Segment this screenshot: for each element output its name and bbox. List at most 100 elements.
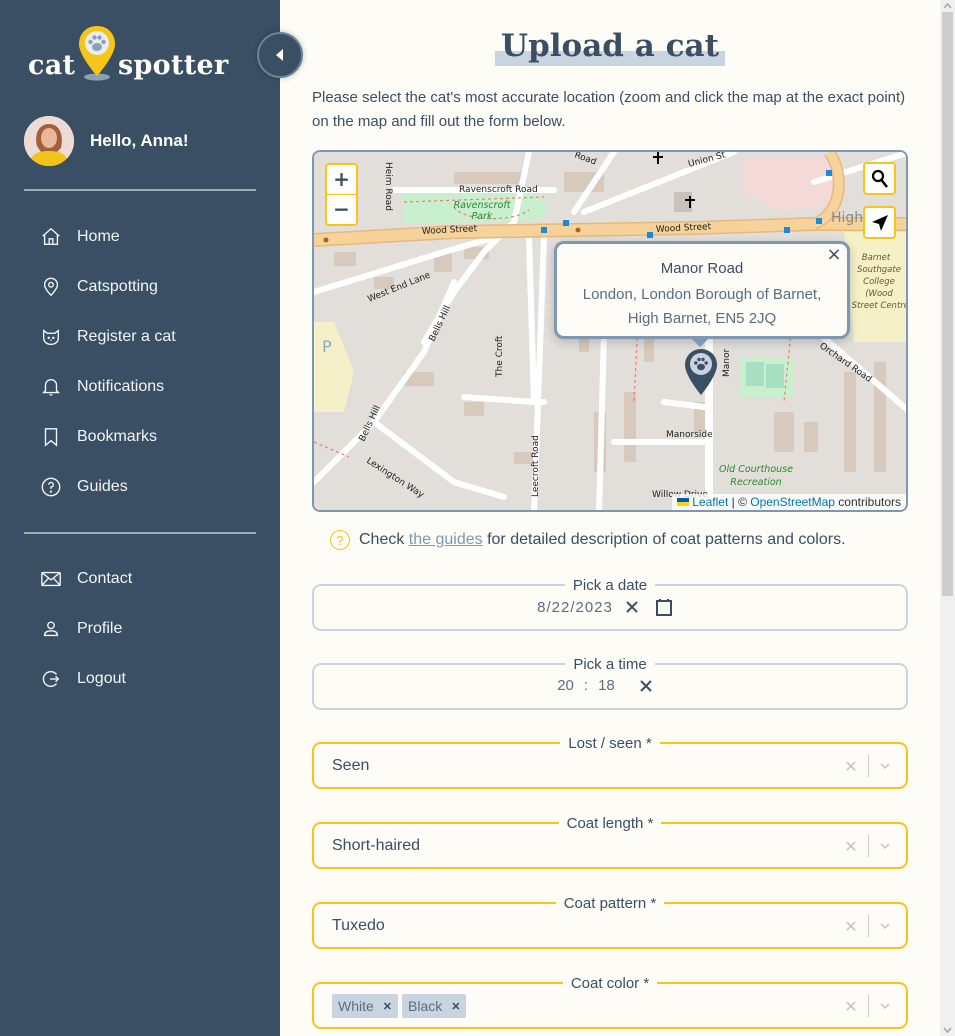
location-map[interactable]: Ravenscroft Road Wood Street Wood Street… <box>312 150 908 512</box>
scroll-up-arrow-icon[interactable] <box>940 0 955 12</box>
date-label: Pick a date <box>564 577 656 594</box>
time-hours-input[interactable]: 20 <box>557 677 574 694</box>
clear-icon[interactable]: ✕ <box>843 917 859 936</box>
sidebar-item-register-a-cat[interactable]: Register a cat <box>0 312 280 362</box>
map-pin-icon <box>40 276 62 298</box>
map-label: Southgate <box>857 265 901 275</box>
logo[interactable]: cat spotter <box>28 24 238 86</box>
lost-seen-label: Lost / seen * <box>560 735 660 752</box>
remove-chip-icon[interactable]: ✕ <box>451 1000 460 1013</box>
coat-pattern-value: Tuxedo <box>332 917 385 934</box>
date-field[interactable]: Pick a date 8/22/2023 <box>312 577 908 631</box>
bookmark-icon <box>40 426 62 448</box>
time-label: Pick a time <box>565 656 655 673</box>
chevron-down-icon[interactable] <box>878 918 894 934</box>
map-label: Manor <box>722 349 732 377</box>
sidebar-item-contact[interactable]: Contact <box>0 554 280 604</box>
secondary-nav: Contact Profile Logout <box>0 554 280 704</box>
map-search-button[interactable] <box>863 162 896 195</box>
guides-hint: ? Check the guides for detailed descript… <box>330 530 846 550</box>
coat-color-label: Coat color * <box>562 975 658 992</box>
sidebar-item-guides[interactable]: Guides <box>0 462 280 512</box>
map-label: Barnet <box>862 253 891 263</box>
sidebar-divider <box>24 189 256 191</box>
map-label: Heim Road <box>383 162 393 211</box>
sidebar-item-label: Bookmarks <box>77 428 158 445</box>
collapse-sidebar-button[interactable] <box>257 32 303 78</box>
popup-address: London, London Borough of Barnet, High B… <box>557 283 847 331</box>
map-label: College <box>863 277 895 287</box>
remove-chip-icon[interactable]: ✕ <box>383 1000 392 1013</box>
zoom-out-button[interactable]: − <box>327 195 356 225</box>
coat-length-label: Coat length * <box>558 815 662 832</box>
clear-date-icon[interactable] <box>625 600 639 614</box>
sidebar-item-bookmarks[interactable]: Bookmarks <box>0 412 280 462</box>
location-arrow-icon <box>871 214 888 231</box>
clear-time-icon[interactable] <box>639 679 653 693</box>
sidebar-item-label: Guides <box>77 478 128 495</box>
clear-icon[interactable]: ✕ <box>843 757 859 776</box>
coat-length-select[interactable]: Coat length * Short-haired ✕ <box>312 815 908 869</box>
question-icon: ? <box>330 530 350 550</box>
map-label: High <box>831 210 863 226</box>
sidebar-item-label: Profile <box>77 620 123 637</box>
map-attribution: Leaflet | © OpenStreetMap contributors <box>672 494 906 510</box>
sidebar-item-label: Register a cat <box>77 328 176 345</box>
sidebar-item-home[interactable]: Home <box>0 212 280 262</box>
chevron-down-icon[interactable] <box>878 758 894 774</box>
scroll-down-arrow-icon[interactable] <box>940 1024 955 1036</box>
map-label: (Wood <box>865 289 893 299</box>
page-scrollbar[interactable] <box>940 0 955 1036</box>
time-minutes-input[interactable]: 18 <box>598 677 615 694</box>
greeting-text: Hello, Anna! <box>90 131 189 150</box>
zoom-in-button[interactable]: + <box>327 165 356 195</box>
parking-icon: P <box>322 337 332 356</box>
clear-icon[interactable]: ✕ <box>843 997 859 1016</box>
sidebar-item-label: Notifications <box>77 378 165 395</box>
bell-icon <box>40 376 62 398</box>
map-label: Park <box>472 211 493 222</box>
logo-text-spotter: spotter <box>118 50 229 81</box>
sidebar-item-catspotting[interactable]: Catspotting <box>0 262 280 312</box>
sidebar-divider <box>24 532 256 534</box>
lost-seen-value: Seen <box>332 757 370 774</box>
date-input[interactable]: 8/22/2023 <box>537 599 613 616</box>
question-circle-icon <box>40 476 62 498</box>
cat-location-marker-icon[interactable] <box>684 348 718 396</box>
sidebar-item-notifications[interactable]: Notifications <box>0 362 280 412</box>
map-label: Manorside <box>666 430 713 440</box>
lost-seen-select[interactable]: Lost / seen * Seen ✕ <box>312 735 908 789</box>
home-icon <box>40 226 62 248</box>
guides-link[interactable]: the guides <box>409 531 483 549</box>
main-content: Upload a cat Please select the cat's mos… <box>280 0 940 1036</box>
popup-close-button[interactable]: × <box>825 246 843 264</box>
chevron-down-icon[interactable] <box>878 998 894 1014</box>
location-popup: × Manor Road London, London Borough of B… <box>554 241 850 339</box>
map-label: Old Courthouse <box>719 464 793 475</box>
scrollbar-thumb[interactable] <box>942 12 953 596</box>
intro-text: Please select the cat's most accurate lo… <box>312 89 906 130</box>
leaflet-link[interactable]: Leaflet <box>692 495 728 509</box>
avatar[interactable] <box>24 116 74 166</box>
primary-nav: Home Catspotting Register a cat Notifica… <box>0 212 280 512</box>
sidebar-item-profile[interactable]: Profile <box>0 604 280 654</box>
coat-pattern-label: Coat pattern * <box>555 895 665 912</box>
map-label: Ravenscroft Road <box>459 185 538 195</box>
calendar-icon[interactable] <box>655 598 673 616</box>
logout-icon <box>40 668 62 690</box>
coat-pattern-select[interactable]: Coat pattern * Tuxedo ✕ <box>312 895 908 949</box>
coat-color-multiselect[interactable]: Coat color * White ✕ Black ✕ ✕ <box>312 975 908 1029</box>
search-icon <box>871 169 888 188</box>
map-label: Leecroft Road <box>531 435 541 497</box>
chevron-down-icon[interactable] <box>878 838 894 854</box>
popup-address-line2: High Barnet, EN5 2JQ <box>627 310 777 327</box>
locate-me-button[interactable] <box>863 206 896 239</box>
openstreetmap-link[interactable]: OpenStreetMap <box>750 495 835 509</box>
popup-title: Manor Road <box>660 260 744 277</box>
clear-icon[interactable]: ✕ <box>843 837 859 856</box>
time-field[interactable]: Pick a time 20 : 18 <box>312 656 908 710</box>
ukraine-flag-icon <box>677 498 690 506</box>
sidebar-item-logout[interactable]: Logout <box>0 654 280 704</box>
popup-address-line1: London, London Borough of Barnet, <box>582 286 822 303</box>
color-chip-black: Black ✕ <box>402 994 467 1018</box>
